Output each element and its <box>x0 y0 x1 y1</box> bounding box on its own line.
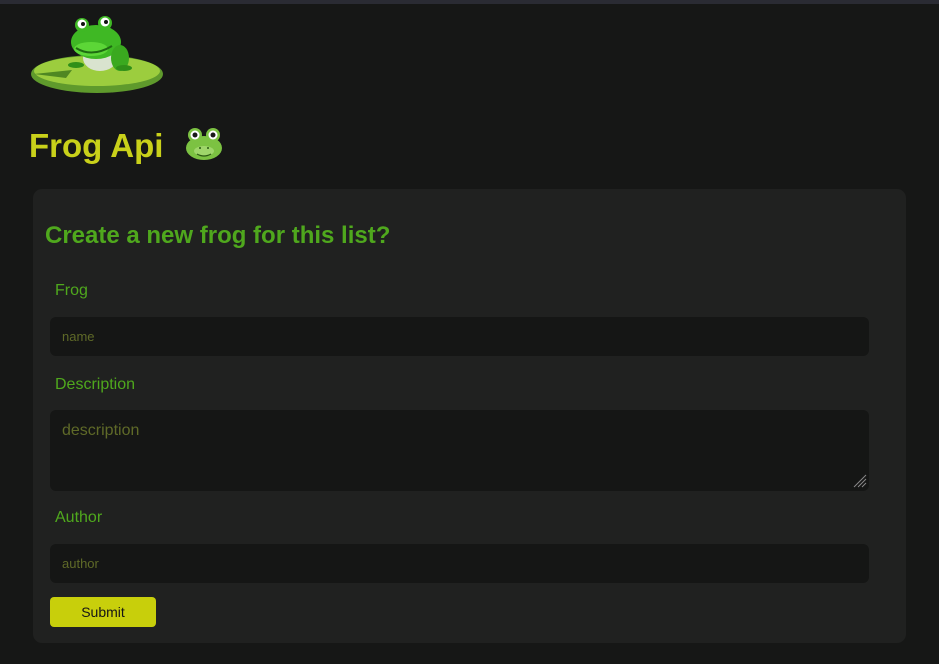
page-title: Frog Api <box>29 124 223 168</box>
textarea-resize-handle[interactable] <box>853 474 867 488</box>
frog-field-label: Frog <box>55 282 88 299</box>
frog-logo-icon <box>31 16 163 93</box>
description-field-label: Description <box>55 376 136 393</box>
page-title-text: Frog Api <box>29 127 164 164</box>
frog-name-input[interactable] <box>50 317 869 356</box>
author-field-label: Author <box>55 509 103 526</box>
submit-button[interactable]: Submit <box>50 597 156 627</box>
window-top-bar <box>0 0 939 4</box>
create-frog-form: Create a new frog for this list? Frog De… <box>33 189 906 643</box>
author-input[interactable] <box>50 544 869 583</box>
description-textarea[interactable] <box>50 410 869 491</box>
frog-face-icon <box>185 128 222 160</box>
form-heading: Create a new frog for this list? <box>45 222 391 249</box>
